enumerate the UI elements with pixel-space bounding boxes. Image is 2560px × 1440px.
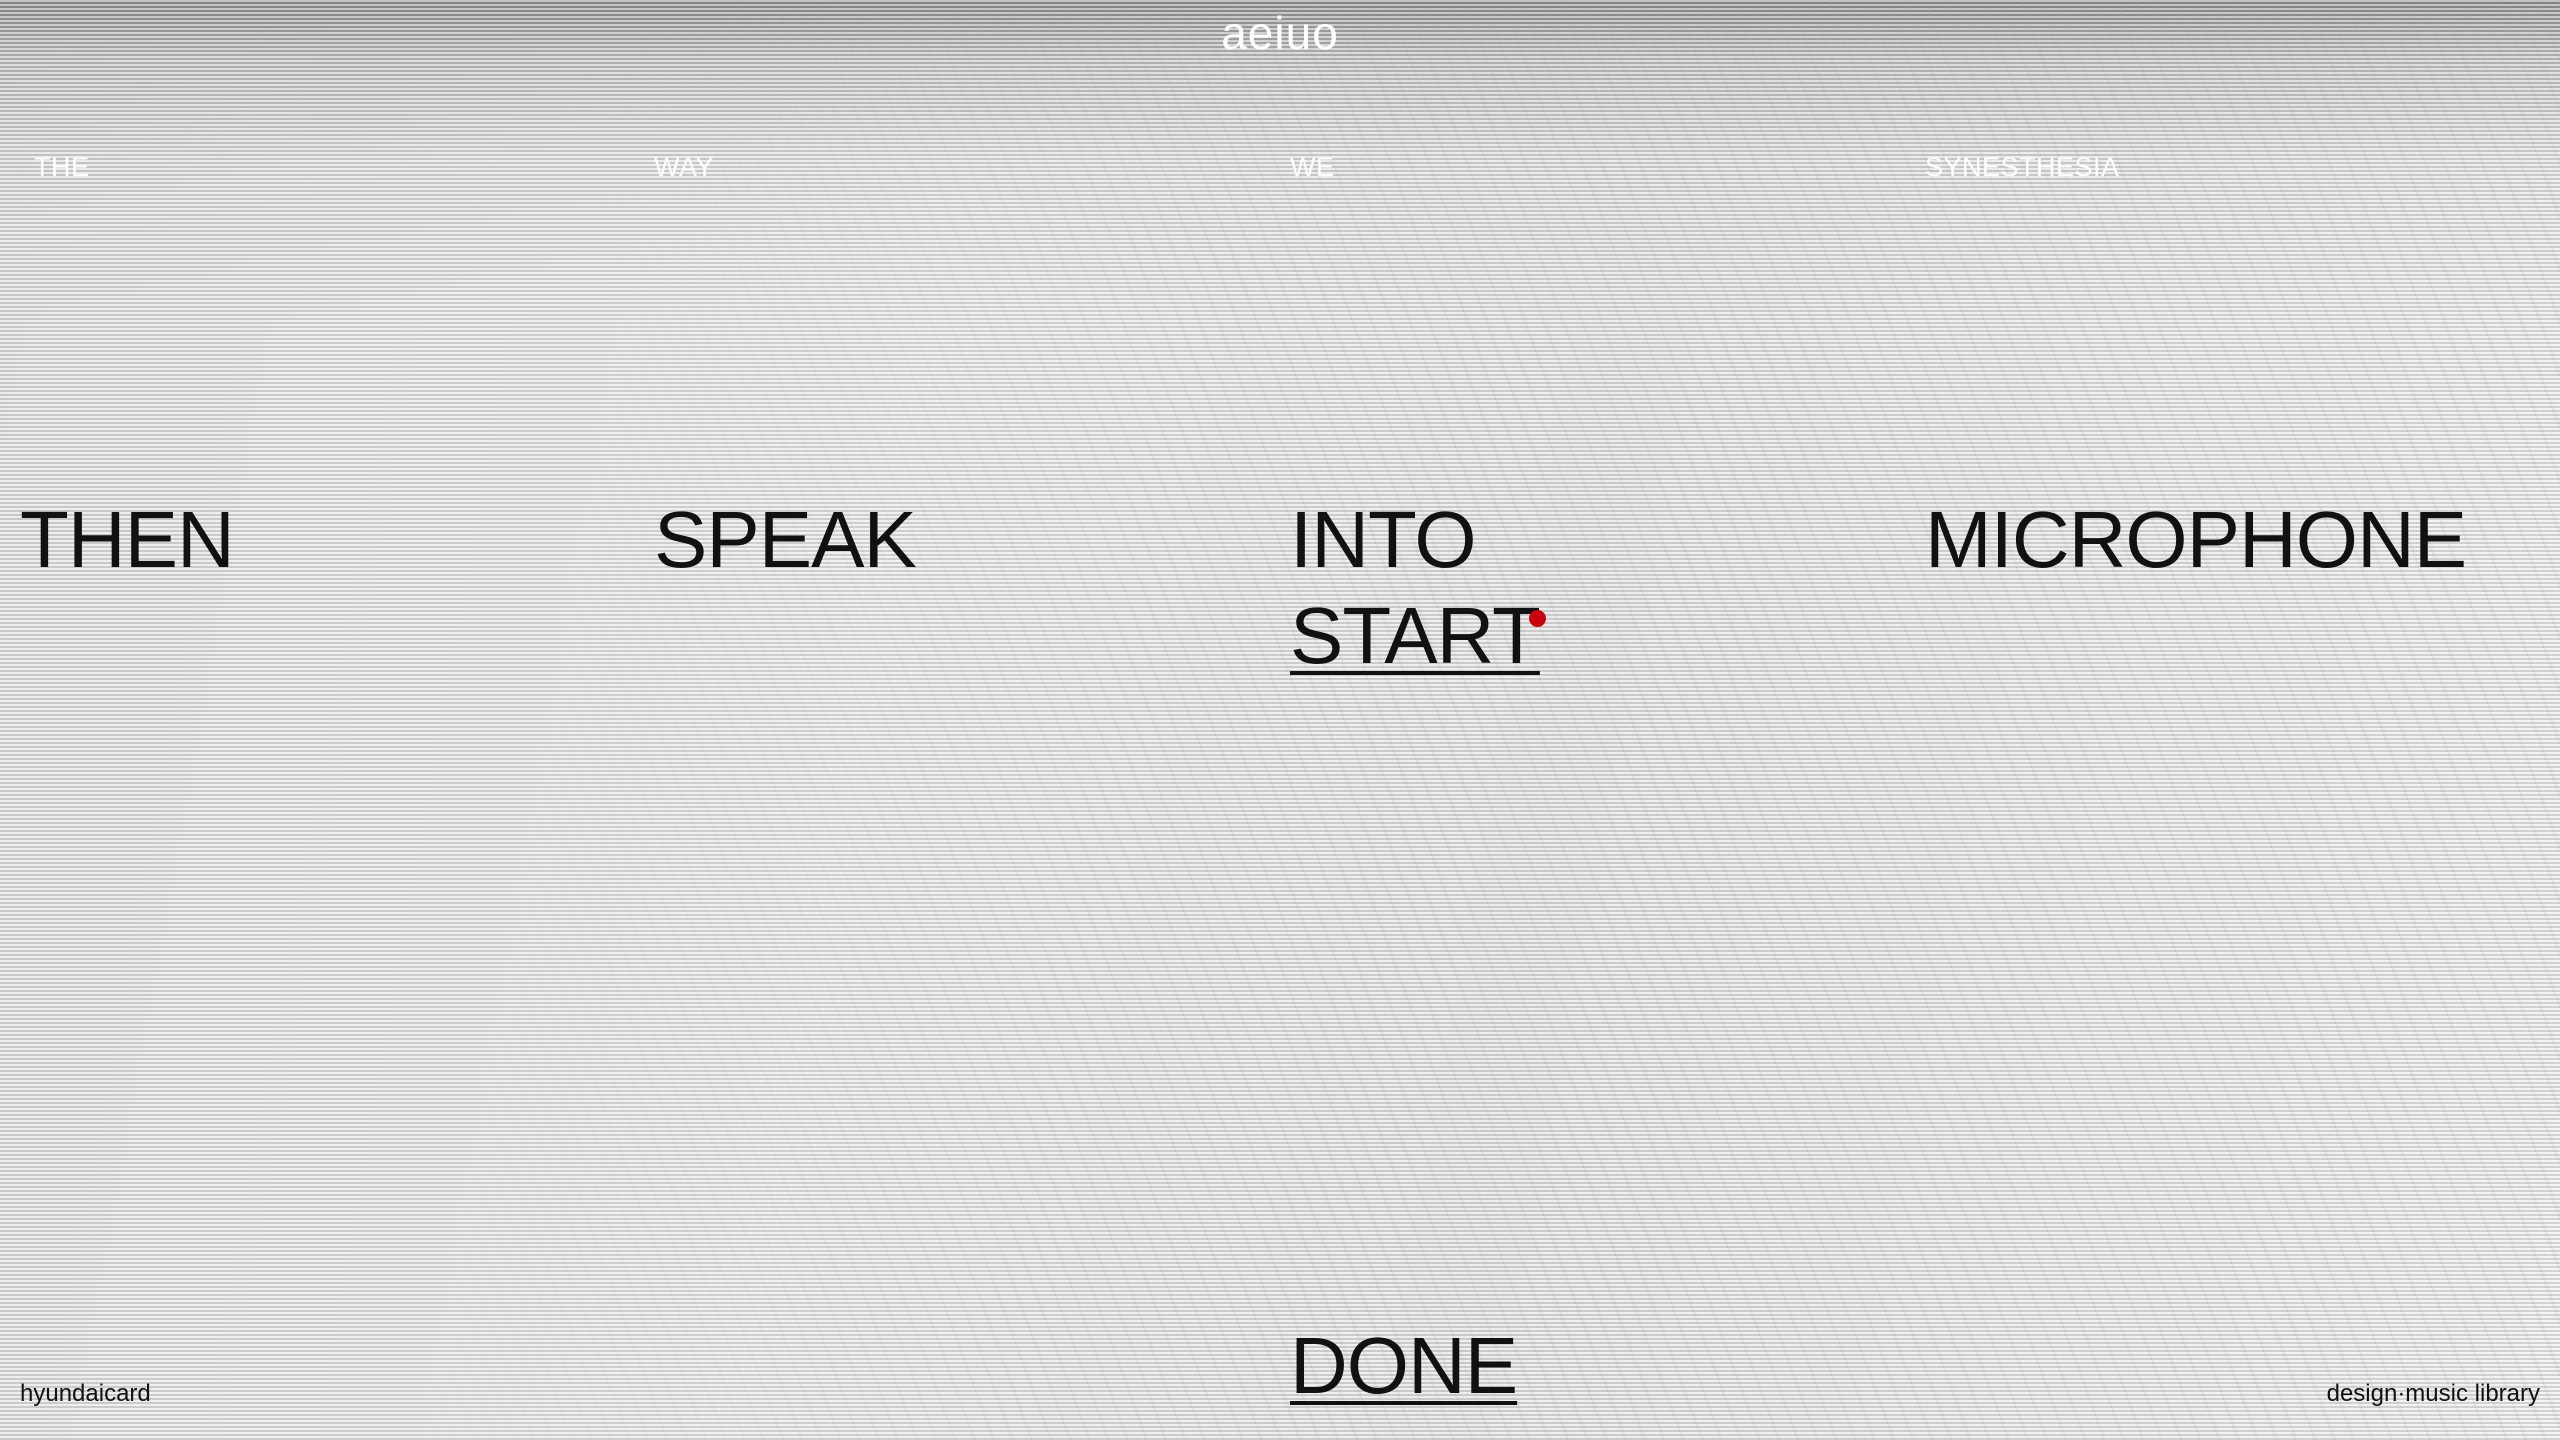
top-word-2: WAY xyxy=(654,152,714,182)
center-word-1: THEN xyxy=(20,495,235,584)
site-logo[interactable]: aeiuo xyxy=(0,6,2560,60)
start-button[interactable]: START xyxy=(1290,596,1541,676)
done-button[interactable]: DONE xyxy=(1290,1326,1518,1406)
visual-canvas: aeiuo THE WAY WE SYNESTHESIA THEN SPEAK … xyxy=(0,0,2560,1440)
top-word-1: THE xyxy=(34,152,90,182)
top-word-3: WE xyxy=(1290,152,1335,182)
top-word-4: SYNESTHESIA xyxy=(1925,152,2120,182)
record-indicator-icon xyxy=(1529,610,1546,627)
center-word-2: SPEAK xyxy=(654,495,917,584)
center-word-4: MICROPHONE xyxy=(1925,495,2467,584)
footer-library-link[interactable]: design·music library xyxy=(2327,1380,2540,1408)
center-word-3: INTO xyxy=(1290,495,1477,584)
footer-brand-link[interactable]: hyundaicard xyxy=(20,1380,151,1408)
